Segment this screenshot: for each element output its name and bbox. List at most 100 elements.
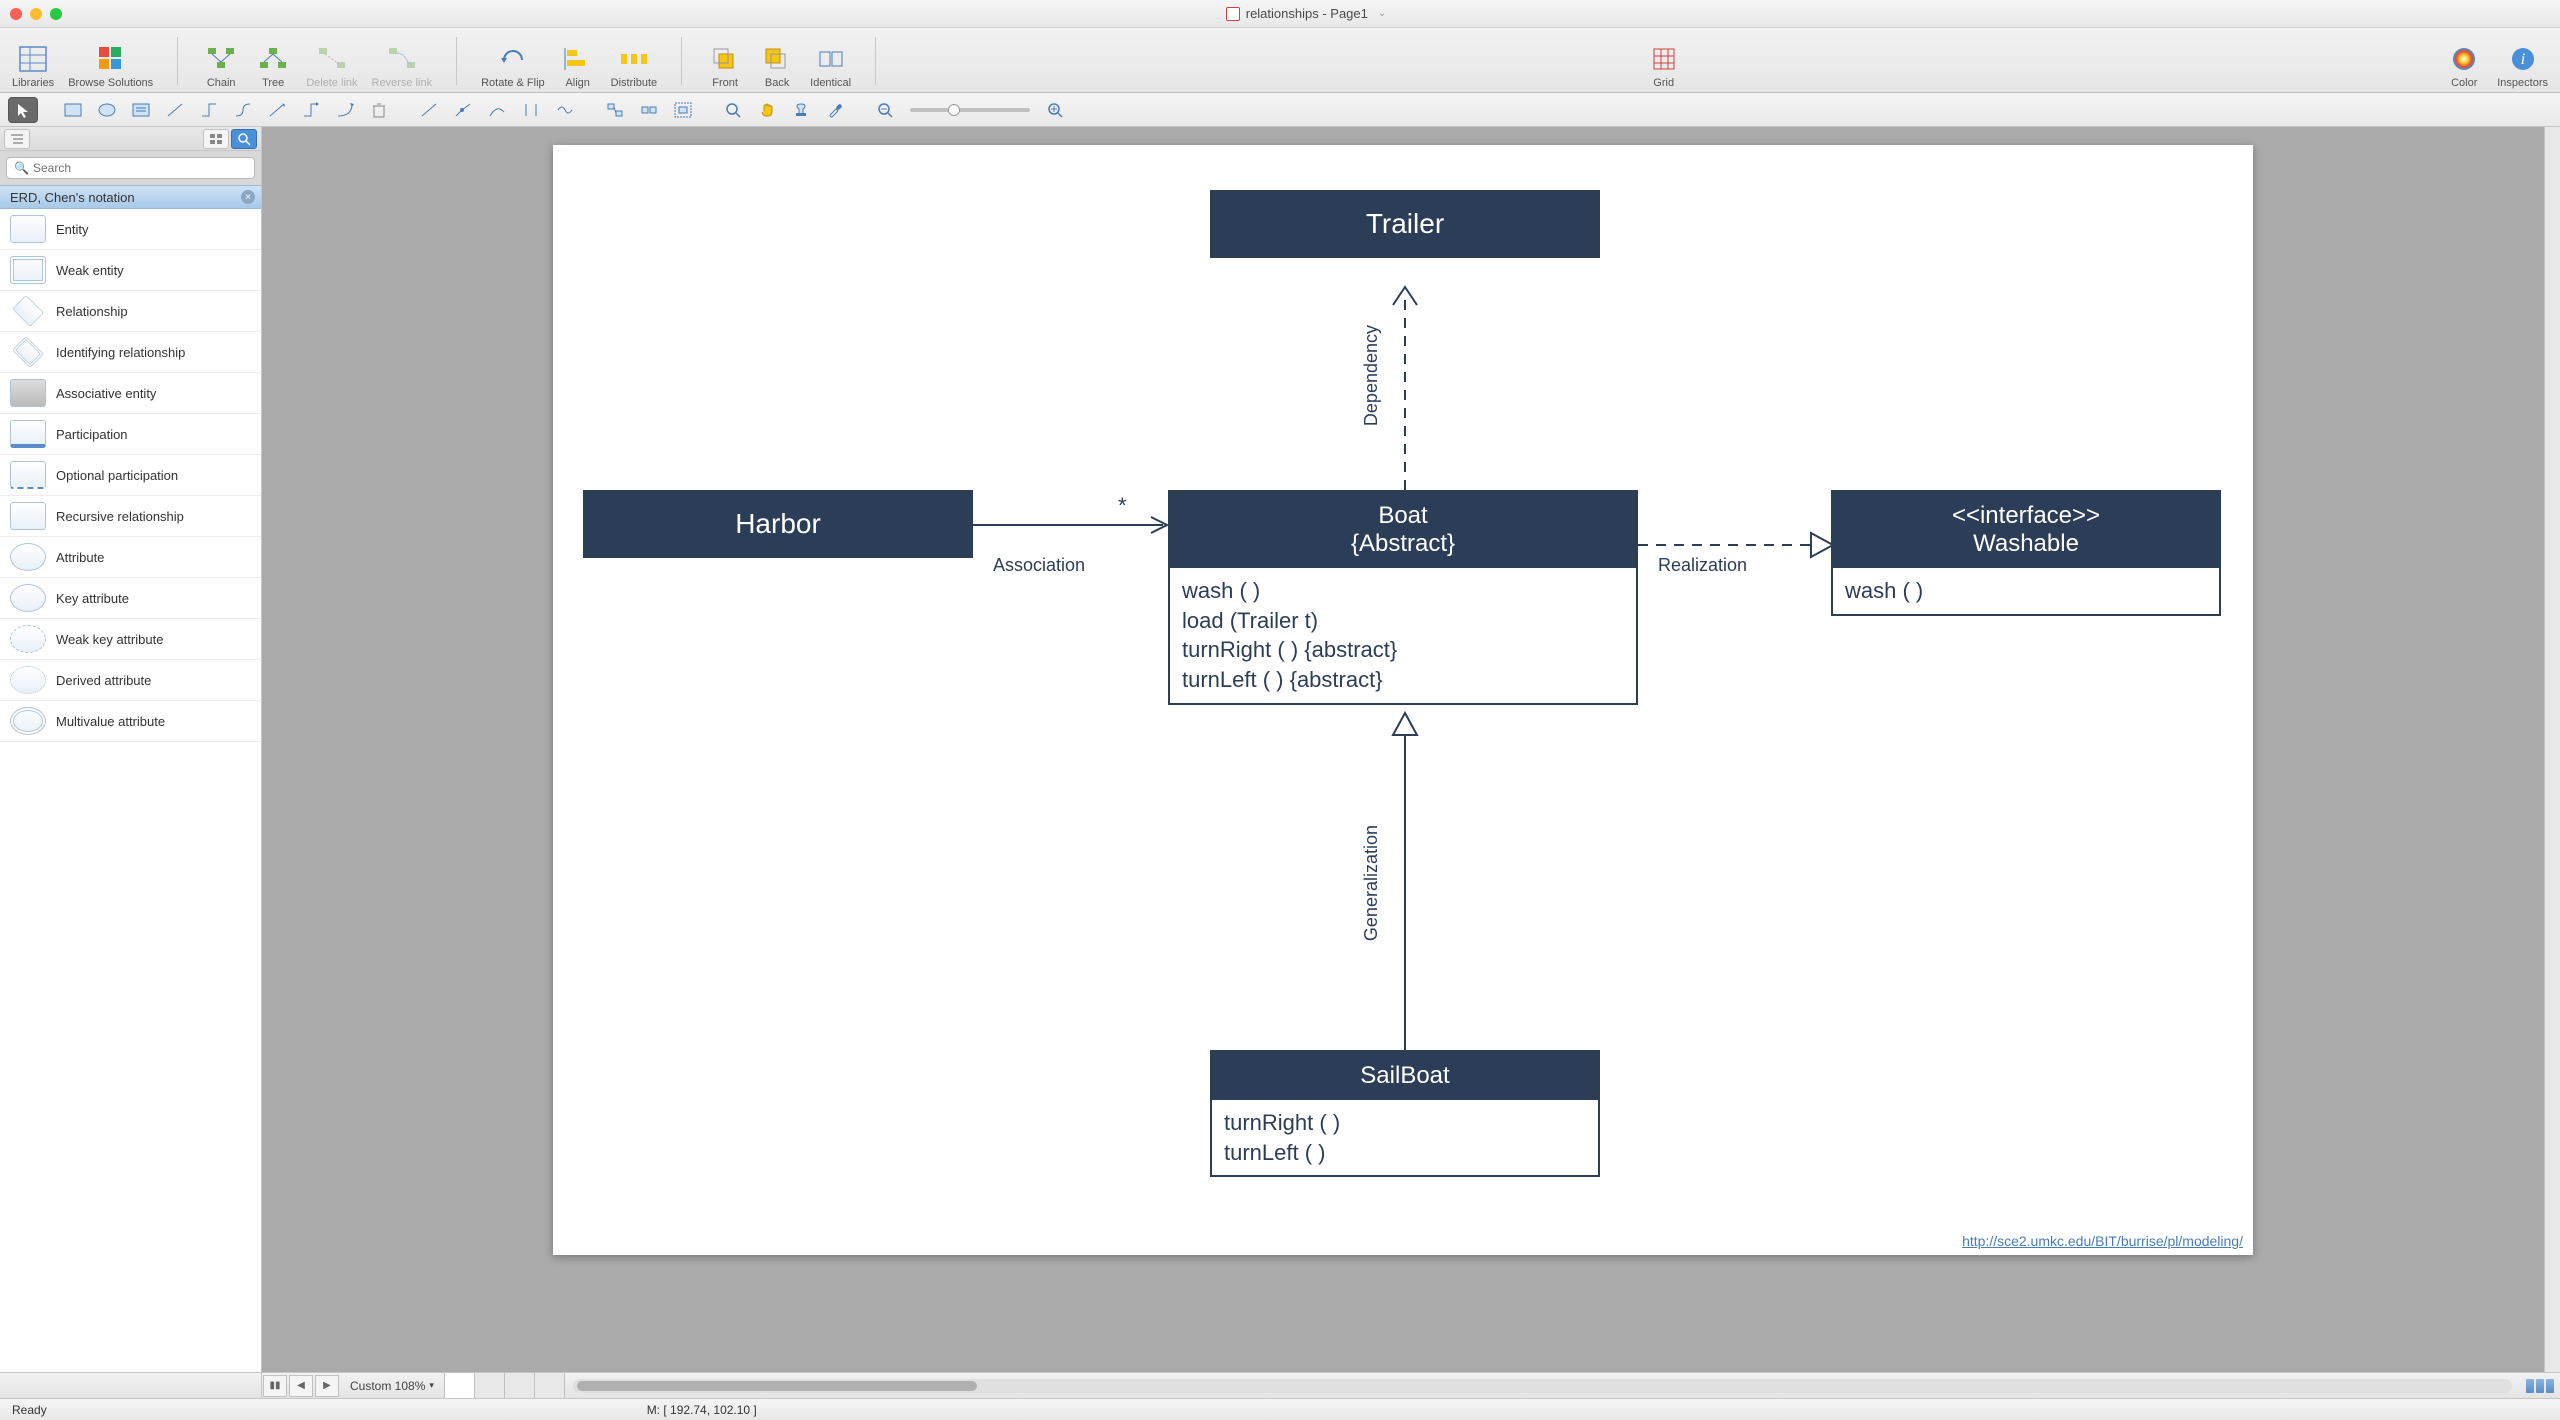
canvas-scroll[interactable]: Trailer Harbor Boat {Abstract} wash ( ) … — [262, 127, 2544, 1372]
pan-tool[interactable] — [752, 97, 782, 123]
stamp-tool[interactable] — [786, 97, 816, 123]
resize-handle-icon[interactable] — [2520, 1379, 2560, 1393]
sidebar-item-weak-entity[interactable]: Weak entity — [0, 250, 261, 291]
sidebar-search-input[interactable] — [6, 157, 255, 179]
uml-class-harbor[interactable]: Harbor — [583, 490, 973, 558]
group-3-tool[interactable] — [668, 97, 698, 123]
browse-solutions-button[interactable]: Browse Solutions — [68, 43, 153, 89]
chain-icon — [205, 43, 237, 75]
label-star: * — [1118, 493, 1127, 519]
vertical-scrollbar[interactable] — [2544, 127, 2560, 1372]
status-mouse-coords: M: [ 192.74, 102.10 ] — [647, 1403, 757, 1417]
tree-button[interactable]: Tree — [254, 43, 292, 89]
delete-shape-tool[interactable] — [364, 97, 394, 123]
sidebar-item-weak-key-attribute[interactable]: Weak key attribute — [0, 619, 261, 660]
group-1-tool[interactable] — [600, 97, 630, 123]
label-generalization: Generalization — [1361, 825, 1382, 941]
sidebar-item-label: Identifying relationship — [56, 345, 185, 360]
line-2-tool[interactable] — [448, 97, 478, 123]
sidebar-item-attribute[interactable]: Attribute — [0, 537, 261, 578]
uml-class-trailer[interactable]: Trailer — [1210, 190, 1600, 258]
sidebar-item-key-attribute[interactable]: Key attribute — [0, 578, 261, 619]
pointer-tool[interactable] — [8, 97, 38, 123]
sidebar-item-optional-participation[interactable]: Optional participation — [0, 455, 261, 496]
scrollbar-thumb[interactable] — [577, 1381, 977, 1391]
close-icon[interactable] — [10, 8, 22, 20]
zoom-tool[interactable] — [718, 97, 748, 123]
line-1-tool[interactable] — [414, 97, 444, 123]
zoom-out-button[interactable] — [870, 97, 900, 123]
color-button[interactable]: Color — [2445, 43, 2483, 89]
line-5-tool[interactable] — [550, 97, 580, 123]
sidebar-section-header[interactable]: ERD, Chen's notation × — [0, 185, 261, 209]
sidebar-item-participation[interactable]: Participation — [0, 414, 261, 455]
sidebar-search-button[interactable] — [231, 129, 257, 149]
back-button[interactable]: Back — [758, 43, 796, 89]
sidebar-item-recursive-relationship[interactable]: Recursive relationship — [0, 496, 261, 537]
connector-5-tool[interactable] — [296, 97, 326, 123]
pagebar-prev-button[interactable]: ◀ — [289, 1375, 313, 1397]
identical-icon — [815, 43, 847, 75]
sidebar-item-multivalue-attribute[interactable]: Multivalue attribute — [0, 701, 261, 742]
front-label: Front — [712, 77, 738, 89]
uml-boat-op: turnRight ( ) {abstract} — [1182, 635, 1624, 665]
connector-3-tool[interactable] — [228, 97, 258, 123]
connector-6-tool[interactable] — [330, 97, 360, 123]
delete-link-icon — [316, 43, 348, 75]
identical-button[interactable]: Identical — [810, 43, 851, 89]
page-tab-3[interactable] — [505, 1373, 535, 1398]
diagram-source-url[interactable]: http://sce2.umkc.edu/BIT/burrise/pl/mode… — [1962, 1233, 2243, 1249]
ellipse-tool[interactable] — [92, 97, 122, 123]
align-button[interactable]: Align — [559, 43, 597, 89]
zoom-in-button[interactable] — [1040, 97, 1070, 123]
front-button[interactable]: Front — [706, 43, 744, 89]
pagebar-pause-button[interactable]: ▮▮ — [263, 1375, 287, 1397]
sidebar-item-entity[interactable]: Entity — [0, 209, 261, 250]
sidebar-grid-button[interactable] — [203, 129, 229, 149]
connector-1-tool[interactable] — [160, 97, 190, 123]
page-tab-2[interactable] — [475, 1373, 505, 1398]
sidebar: 🔍 ERD, Chen's notation × Entity Weak ent… — [0, 127, 262, 1372]
distribute-button[interactable]: Distribute — [611, 43, 657, 89]
uml-interface-washable[interactable]: <<interface>> Washable wash ( ) — [1831, 490, 2221, 616]
sidebar-item-associative-entity[interactable]: Associative entity — [0, 373, 261, 414]
zoom-slider-thumb[interactable] — [948, 104, 960, 116]
horizontal-scrollbar[interactable] — [573, 1379, 2512, 1393]
minimize-icon[interactable] — [30, 8, 42, 20]
page-tab-1[interactable] — [445, 1373, 475, 1398]
close-icon[interactable]: × — [241, 190, 255, 204]
connector-2-tool[interactable] — [194, 97, 224, 123]
maximize-icon[interactable] — [50, 8, 62, 20]
grid-icon — [1648, 43, 1680, 75]
rotate-flip-button[interactable]: Rotate & Flip — [481, 43, 545, 89]
sidebar-item-derived-attribute[interactable]: Derived attribute — [0, 660, 261, 701]
text-rect-tool[interactable] — [126, 97, 156, 123]
connector-4-tool[interactable] — [262, 97, 292, 123]
zoom-slider[interactable] — [910, 108, 1030, 112]
line-4-tool[interactable] — [516, 97, 546, 123]
line-3-tool[interactable] — [482, 97, 512, 123]
uml-class-boat[interactable]: Boat {Abstract} wash ( ) load (Trailer t… — [1168, 490, 1638, 705]
uml-sailboat-header: SailBoat — [1212, 1052, 1598, 1100]
page-tab-4[interactable] — [535, 1373, 565, 1398]
libraries-button[interactable]: Libraries — [12, 43, 54, 89]
pagebar-next-button[interactable]: ▶ — [315, 1375, 339, 1397]
grid-button[interactable]: Grid — [1645, 43, 1683, 89]
inspectors-button[interactable]: i Inspectors — [2497, 43, 2548, 89]
uml-boat-op: load (Trailer t) — [1182, 606, 1624, 636]
sidebar-item-label: Participation — [56, 427, 128, 442]
chevron-down-icon[interactable]: ⌄ — [1378, 8, 1386, 19]
sidebar-item-identifying-relationship[interactable]: Identifying relationship — [0, 332, 261, 373]
eyedropper-tool[interactable] — [820, 97, 850, 123]
pagebar-zoom[interactable]: Custom 108% ▾ — [340, 1373, 445, 1398]
uml-class-sailboat[interactable]: SailBoat turnRight ( ) turnLeft ( ) — [1210, 1050, 1600, 1177]
sidebar-item-relationship[interactable]: Relationship — [0, 291, 261, 332]
diagram-canvas[interactable]: Trailer Harbor Boat {Abstract} wash ( ) … — [553, 145, 2253, 1255]
sidebar-item-label: Relationship — [56, 304, 128, 319]
rect-tool[interactable] — [58, 97, 88, 123]
sidebar-outline-button[interactable] — [4, 129, 30, 149]
group-2-tool[interactable] — [634, 97, 664, 123]
relationship-shape-icon — [12, 295, 44, 327]
uml-sailboat-body: turnRight ( ) turnLeft ( ) — [1212, 1100, 1598, 1175]
chain-button[interactable]: Chain — [202, 43, 240, 89]
